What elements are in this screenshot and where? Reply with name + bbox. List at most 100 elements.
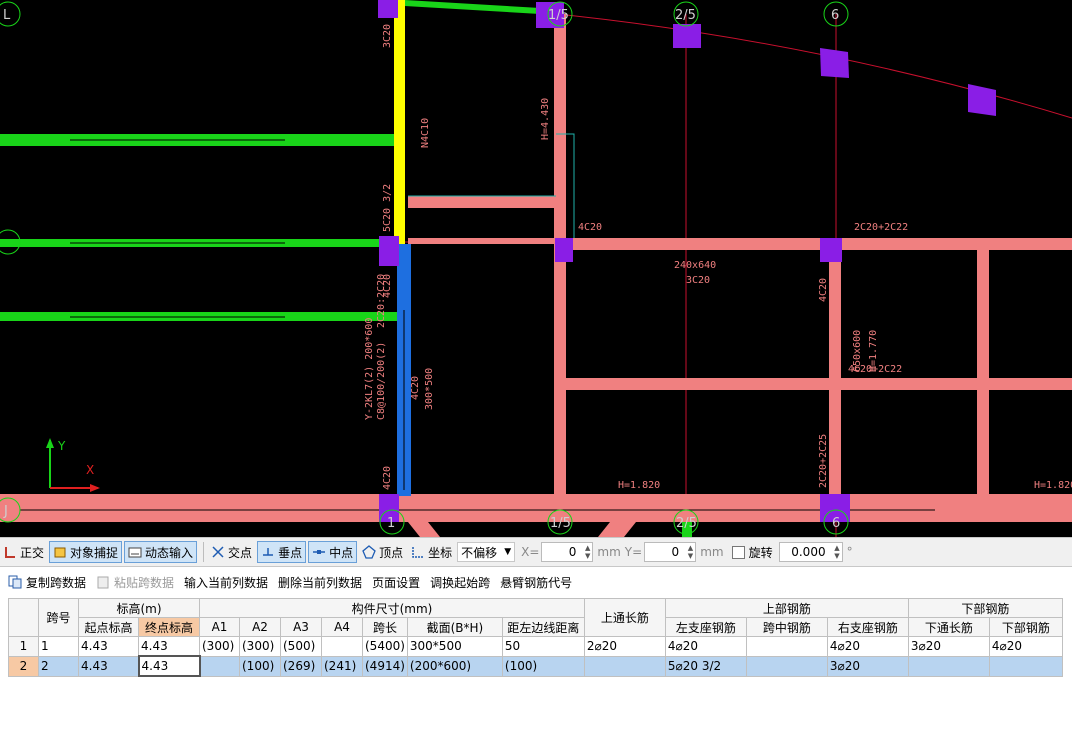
intersection-snap[interactable]: 交点 (208, 541, 255, 563)
cell-right-support[interactable]: 4⌀20 (826, 636, 909, 657)
table-row[interactable]: 1 1 4.43 4.43 (300) (300) (500) (5400) 3… (8, 636, 1063, 657)
keyboard-icon (128, 545, 142, 559)
cell-bottom-rebar[interactable]: 4⌀20 (988, 636, 1063, 657)
cell-a2[interactable]: (300) (239, 636, 281, 657)
cell-top-through[interactable]: 2⌀20 (583, 636, 666, 657)
magnet-icon (53, 545, 67, 559)
annotation: 4C20 (382, 466, 393, 490)
bottom-label-6: 6 (832, 516, 840, 531)
cell-a1[interactable]: (300) (199, 636, 240, 657)
coordinate-icon (411, 545, 425, 559)
x-input[interactable]: 0 ▲ ▼ (541, 542, 594, 562)
col-header: 下通长筋 (907, 617, 990, 637)
bottom-label-1-5: 1/5 (550, 516, 571, 531)
adjust-start-span-button[interactable]: 调换起始跨 (430, 574, 490, 591)
vertex-snap[interactable]: 顶点 (359, 541, 406, 563)
object-snap-toggle[interactable]: 对象捕捉 (49, 541, 123, 563)
cell-bottom-rebar[interactable] (988, 655, 1063, 677)
cell-midspan[interactable] (745, 655, 828, 677)
spinner-arrows-icon[interactable]: ▲ ▼ (585, 544, 590, 560)
offset-mode-value: 不偏移 (461, 545, 498, 560)
annotation: 2C20+2C22 (854, 222, 908, 233)
cell-midspan[interactable] (745, 636, 828, 657)
separator (203, 542, 205, 562)
row-number[interactable]: 2 (8, 655, 39, 677)
annotation: 240x640 (674, 260, 716, 271)
cad-drawing-canvas[interactable]: L 1/5 2/5 6 J 1 1/5 2/5 6 3C20 N4C10 H=4… (0, 0, 1072, 537)
annotation: 4C20 (578, 222, 602, 233)
elevation-header: 标高(m) (78, 598, 200, 618)
rotate-checkbox[interactable] (731, 545, 745, 559)
spinner-arrows-icon[interactable]: ▲ ▼ (834, 544, 839, 560)
dynamic-input-toggle[interactable]: 动态输入 (124, 541, 198, 563)
perpendicular-icon (261, 545, 275, 559)
cell-right-support[interactable]: 3⌀20 (826, 655, 909, 677)
cell-bottom-through[interactable]: 3⌀20 (907, 636, 990, 657)
annotation: H=1.820 (1034, 480, 1072, 491)
cell-left-support[interactable]: 4⌀20 (664, 636, 747, 657)
delete-column-button[interactable]: 删除当前列数据 (278, 574, 362, 591)
span-data-grid: 跨号 标高(m) 构件尺寸(mm) 上通长筋 上部钢筋 下部钢筋 起点标高 终点… (8, 598, 1063, 677)
col-header: 截面(B*H) (406, 617, 503, 637)
cell-span-length[interactable]: (4914) (362, 655, 408, 677)
axis-label-6: 6 (831, 8, 839, 23)
copy-icon (8, 575, 22, 589)
midpoint-label: 中点 (329, 545, 354, 560)
annotation: 4C20 (818, 278, 829, 302)
ortho-toggle[interactable]: 正交 (0, 541, 47, 563)
cell-section[interactable]: (200*600) (406, 655, 503, 677)
table-row[interactable]: 2 2 4.43 4.43 (100) (269) (241) (4914) (… (8, 655, 1063, 677)
col-header: A4 (321, 617, 363, 637)
input-column-button[interactable]: 输入当前列数据 (184, 574, 268, 591)
cantilever-code-button[interactable]: 悬臂钢筋代号 (500, 574, 572, 591)
bottom-label-1: 1 (387, 516, 395, 531)
cell-a4[interactable]: (241) (321, 655, 363, 677)
cell-end-elevation[interactable]: 4.43 (137, 655, 201, 677)
cell-a3[interactable]: (500) (280, 636, 322, 657)
adjust-start-span-label: 调换起始跨 (430, 575, 491, 590)
snap-toolbar: 正交 对象捕捉 动态输入 交点 垂点 中点 顶点 坐标 不偏移 ▼ X= 0 ▲… (0, 537, 1072, 567)
cad-drawing: L 1/5 2/5 6 J 1 1/5 2/5 6 3C20 N4C10 H=4… (0, 0, 1072, 537)
page-setup-button[interactable]: 页面设置 (372, 574, 420, 591)
paste-span-button[interactable]: 粘贴跨数据 (96, 574, 174, 591)
rotate-input[interactable]: 0.000 ▲ ▼ (778, 542, 843, 562)
cell-a4[interactable] (321, 636, 363, 657)
copy-span-button[interactable]: 复制跨数据 (8, 574, 86, 591)
midpoint-snap[interactable]: 中点 (308, 541, 358, 563)
coordinate-label: 坐标 (428, 545, 453, 560)
annotation: 4C20+2C22 (848, 364, 902, 375)
col-header: 下部钢筋 (988, 617, 1063, 637)
spinner-arrows-icon[interactable]: ▲ ▼ (688, 544, 693, 560)
cell-left-edge-distance[interactable]: 50 (501, 636, 585, 657)
input-column-label: 输入当前列数据 (184, 575, 269, 590)
axis-label-1-5: 1/5 (548, 8, 569, 23)
row-number[interactable]: 1 (8, 636, 39, 657)
cell-left-edge-distance[interactable]: (100) (501, 655, 585, 677)
offset-mode-select[interactable]: 不偏移 ▼ (457, 542, 516, 562)
annotation: 4C20 (410, 376, 421, 400)
cell-start-elevation[interactable]: 4.43 (78, 655, 139, 677)
x-value: 0 (568, 545, 577, 559)
cell-a2[interactable]: (100) (239, 655, 281, 677)
annotation: 3C20 (382, 24, 393, 48)
cell-span-length[interactable]: (5400) (362, 636, 408, 657)
col-header: 跨长 (362, 617, 408, 637)
cell-span[interactable]: 2 (38, 655, 79, 677)
cell-left-support[interactable]: 5⌀20 3/2 (664, 655, 747, 677)
coordinate-snap[interactable]: 坐标 (408, 541, 455, 563)
col-header: A2 (239, 617, 281, 637)
col-header: A1 (199, 617, 240, 637)
cell-start-elevation[interactable]: 4.43 (78, 636, 139, 657)
cell-top-through[interactable] (583, 655, 666, 677)
cell-a1[interactable] (199, 655, 240, 677)
y-input[interactable]: 0 ▲ ▼ (644, 542, 697, 562)
bottom-label-2-5: 2/5 (676, 516, 697, 531)
cell-end-elevation[interactable]: 4.43 (138, 636, 200, 657)
x-label: X= (521, 545, 540, 559)
cell-bottom-through[interactable] (907, 655, 990, 677)
cell-section[interactable]: 300*500 (406, 636, 503, 657)
axis-label-j: J (3, 504, 8, 519)
cell-a3[interactable]: (269) (280, 655, 322, 677)
perpendicular-snap[interactable]: 垂点 (257, 541, 307, 563)
cell-span[interactable]: 1 (38, 636, 79, 657)
